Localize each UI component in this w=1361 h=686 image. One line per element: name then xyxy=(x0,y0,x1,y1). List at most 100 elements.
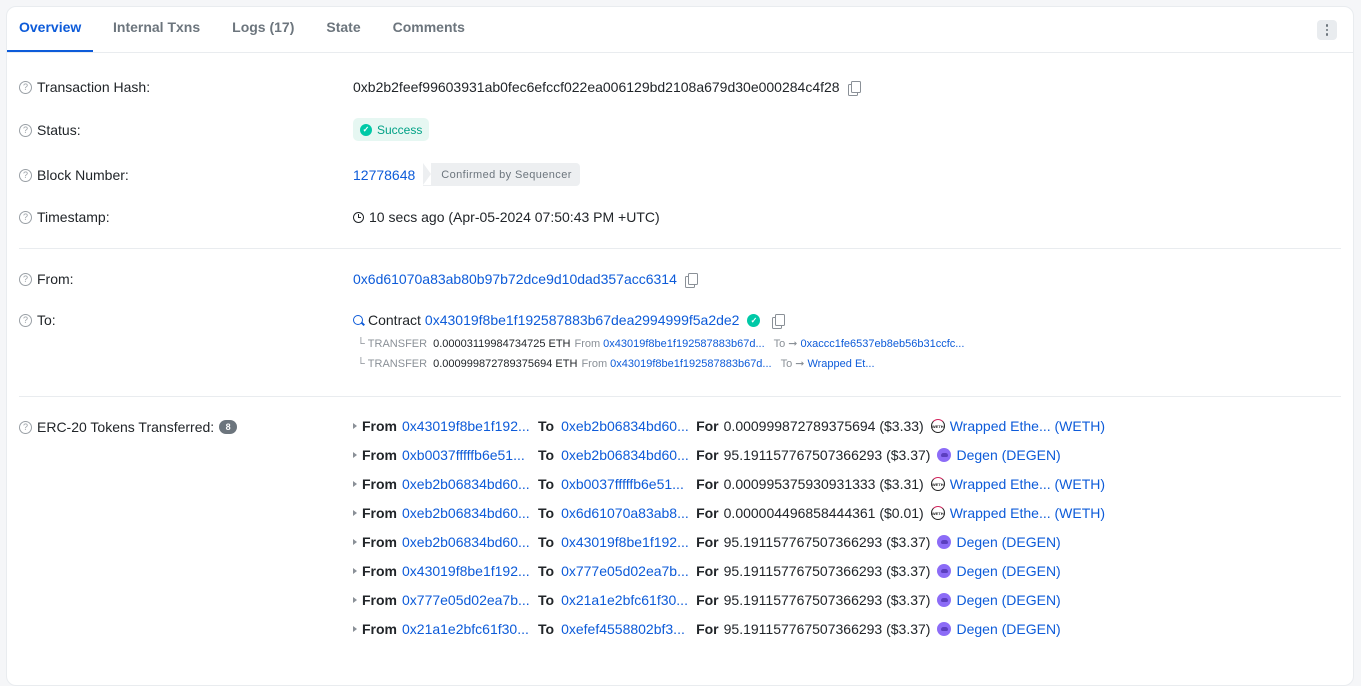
expand-caret-icon[interactable] xyxy=(353,597,357,603)
expand-caret-icon[interactable] xyxy=(353,568,357,574)
status-badge: ✓ Success xyxy=(353,118,430,141)
expand-caret-icon[interactable] xyxy=(353,452,357,458)
help-icon[interactable]: ? xyxy=(19,420,32,434)
status-value-row: ✓ Success xyxy=(353,118,430,141)
arrow-right-icon: ➞ xyxy=(795,358,805,370)
erc20-token-link[interactable]: Degen (DEGEN) xyxy=(956,563,1060,579)
expand-caret-icon[interactable] xyxy=(353,539,357,545)
expand-caret-icon[interactable] xyxy=(353,423,357,429)
erc20-to-link[interactable]: 0xeb2b06834bd60... xyxy=(561,447,696,463)
tab-comments[interactable]: Comments xyxy=(377,6,481,52)
transfer-amount: 0.00003119984734725 ETH xyxy=(433,337,571,350)
help-icon[interactable]: ? xyxy=(19,123,32,137)
erc20-transfer-row: From 0x43019f8be1f192... To 0x777e05d02e… xyxy=(353,563,1061,579)
expand-caret-icon[interactable] xyxy=(353,510,357,516)
tree-branch-icon: └ xyxy=(357,357,365,370)
tab-bar: Overview Internal Txns Logs (17) State C… xyxy=(7,7,1353,53)
help-icon[interactable]: ? xyxy=(19,168,32,182)
from-keyword: From xyxy=(362,447,397,463)
tab-internal-txns[interactable]: Internal Txns xyxy=(93,6,216,52)
erc20-from-link[interactable]: 0x777e05d02ea7b... xyxy=(402,592,538,608)
to-keyword: To xyxy=(538,505,555,521)
erc20-from-link[interactable]: 0x43019f8be1f192... xyxy=(402,418,538,434)
degen-token-icon xyxy=(937,448,952,462)
vertical-ellipsis-icon xyxy=(1325,24,1329,36)
status-label: ? Status: xyxy=(19,122,81,138)
tx-hash-value-row: 0xb2b2feef99603931ab0fec6efccf022ea00612… xyxy=(353,79,861,96)
transaction-card: Overview Internal Txns Logs (17) State C… xyxy=(6,6,1354,686)
erc20-amount: 95.191157767507366293 ($3.37) xyxy=(723,534,931,550)
erc20-amount: 95.191157767507366293 ($3.37) xyxy=(723,592,931,608)
help-icon[interactable]: ? xyxy=(19,80,32,94)
from-address-link[interactable]: 0x6d61070a83ab80b97b72dce9d10dad357acc63… xyxy=(353,271,677,287)
erc20-amount: 95.191157767507366293 ($3.37) xyxy=(723,447,931,463)
zoom-in-icon[interactable] xyxy=(353,315,363,325)
erc20-to-link[interactable]: 0x6d61070a83ab8... xyxy=(561,505,696,521)
erc20-to-link[interactable]: 0xeb2b06834bd60... xyxy=(561,418,696,434)
from-keyword: From xyxy=(362,563,397,579)
erc20-token-link[interactable]: Degen (DEGEN) xyxy=(956,447,1060,463)
erc20-from-link[interactable]: 0xeb2b06834bd60... xyxy=(402,505,538,521)
erc20-transfer-row: From 0xeb2b06834bd60... To 0x43019f8be1f… xyxy=(353,534,1061,550)
expand-caret-icon[interactable] xyxy=(353,481,357,487)
erc20-token-link[interactable]: Wrapped Ethe... (WETH) xyxy=(950,418,1105,434)
erc20-from-link[interactable]: 0xeb2b06834bd60... xyxy=(402,534,538,550)
expand-caret-icon[interactable] xyxy=(353,626,357,632)
erc20-token-link[interactable]: Degen (DEGEN) xyxy=(956,621,1060,637)
for-keyword: For xyxy=(696,505,719,521)
erc20-to-link[interactable]: 0xefef4558802bf3... xyxy=(561,621,696,637)
for-keyword: For xyxy=(696,418,719,434)
erc20-token-link[interactable]: Degen (DEGEN) xyxy=(956,592,1060,608)
erc20-token-link[interactable]: Wrapped Ethe... (WETH) xyxy=(950,476,1105,492)
weth-token-icon: WETH xyxy=(930,419,945,433)
transfer-to-link[interactable]: Wrapped Et... xyxy=(807,358,874,370)
more-options-button[interactable] xyxy=(1317,20,1337,40)
to-keyword: To xyxy=(538,418,555,434)
erc20-token-link[interactable]: Degen (DEGEN) xyxy=(956,534,1060,550)
block-number-link[interactable]: 12778648 xyxy=(353,167,415,183)
erc20-token-link[interactable]: Wrapped Ethe... (WETH) xyxy=(950,505,1105,521)
for-keyword: For xyxy=(696,534,719,550)
from-label: ? From: xyxy=(19,271,74,287)
block-number-label: ? Block Number: xyxy=(19,167,129,183)
erc20-label: ? ERC-20 Tokens Transferred: 8 xyxy=(19,419,238,435)
contract-prefix: Contract xyxy=(368,312,421,328)
help-icon[interactable]: ? xyxy=(19,210,32,224)
to-keyword: To xyxy=(538,534,555,550)
tab-overview[interactable]: Overview xyxy=(7,6,93,52)
copy-icon[interactable] xyxy=(772,313,786,329)
erc20-from-link[interactable]: 0x43019f8be1f192... xyxy=(402,563,538,579)
to-label: ? To: xyxy=(19,312,56,328)
help-icon[interactable]: ? xyxy=(19,313,32,327)
for-keyword: For xyxy=(696,621,719,637)
erc20-amount: 0.000004496858444361 ($0.01) xyxy=(723,505,924,521)
transfer-amount: 0.000999872789375694 ETH xyxy=(433,357,578,370)
transfer-from-link[interactable]: 0x43019f8be1f192587883b67d... xyxy=(610,358,772,370)
help-icon[interactable]: ? xyxy=(19,272,32,286)
erc20-to-link[interactable]: 0x777e05d02ea7b... xyxy=(561,563,696,579)
erc20-to-link[interactable]: 0xb0037fffffb6e51... xyxy=(561,476,696,492)
to-value-row: Contract 0x43019f8be1f192587883b67dea299… xyxy=(353,312,786,329)
internal-transfer-row: └ TRANSFER 0.00003119984734725 ETH From … xyxy=(357,337,965,351)
tx-hash-value: 0xb2b2feef99603931ab0fec6efccf022ea00612… xyxy=(353,79,840,95)
tab-state[interactable]: State xyxy=(310,6,376,52)
erc20-from-link[interactable]: 0xb0037fffffb6e51... xyxy=(402,447,538,463)
tab-logs[interactable]: Logs (17) xyxy=(216,6,310,52)
erc20-to-link[interactable]: 0x43019f8be1f192... xyxy=(561,534,696,550)
check-circle-icon: ✓ xyxy=(360,123,372,136)
transfer-from-link[interactable]: 0x43019f8be1f192587883b67d... xyxy=(603,338,765,350)
erc20-from-link[interactable]: 0x21a1e2bfc61f30... xyxy=(402,621,538,637)
weth-token-icon: WETH xyxy=(930,477,945,491)
erc20-transfer-row: From 0x43019f8be1f192... To 0xeb2b06834b… xyxy=(353,418,1105,434)
degen-token-icon xyxy=(937,622,952,636)
copy-icon[interactable] xyxy=(684,272,698,288)
to-keyword: To xyxy=(538,592,555,608)
copy-icon[interactable] xyxy=(847,80,861,96)
transfer-to-link[interactable]: 0xaccc1fe6537eb8eb56b31ccfc... xyxy=(801,338,965,350)
to-contract-link[interactable]: 0x43019f8be1f192587883b67dea2994999f5a2d… xyxy=(425,312,740,328)
erc20-from-link[interactable]: 0xeb2b06834bd60... xyxy=(402,476,538,492)
transfer-to-label: To xyxy=(773,337,786,350)
erc20-to-link[interactable]: 0x21a1e2bfc61f30... xyxy=(561,592,696,608)
to-keyword: To xyxy=(538,447,555,463)
for-keyword: For xyxy=(696,476,719,492)
